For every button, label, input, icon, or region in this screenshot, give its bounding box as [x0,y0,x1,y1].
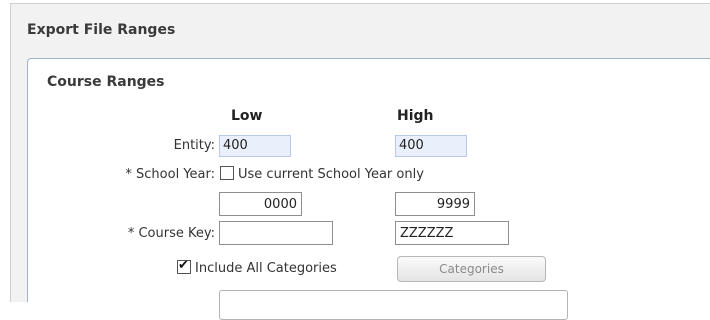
categories-listbox[interactable] [219,290,568,320]
section-title: Course Ranges [47,74,165,90]
high-column-header: High [397,108,434,124]
checkmark-icon: ✔ [178,258,189,273]
course-key-high-input[interactable] [395,221,509,245]
entity-low-field: 400 [219,135,291,157]
school-year-label: * School Year: [125,167,215,182]
categories-button[interactable]: Categories [397,256,546,282]
course-key-low-input[interactable] [219,221,333,245]
course-key-label: * Course Key: [127,226,215,241]
use-current-school-year-label: Use current School Year only [238,167,424,182]
include-all-categories-checkbox[interactable]: ✔ [177,258,191,274]
low-column-header: Low [231,108,263,124]
entity-label: Entity: [173,138,215,153]
panel-title: Export File Ranges [27,22,176,38]
use-current-school-year-checkbox[interactable] [220,166,234,180]
entity-high-field: 400 [395,135,467,157]
school-year-low-input[interactable] [219,192,302,216]
school-year-high-input[interactable] [395,192,475,216]
include-all-categories-label: Include All Categories [195,261,337,276]
